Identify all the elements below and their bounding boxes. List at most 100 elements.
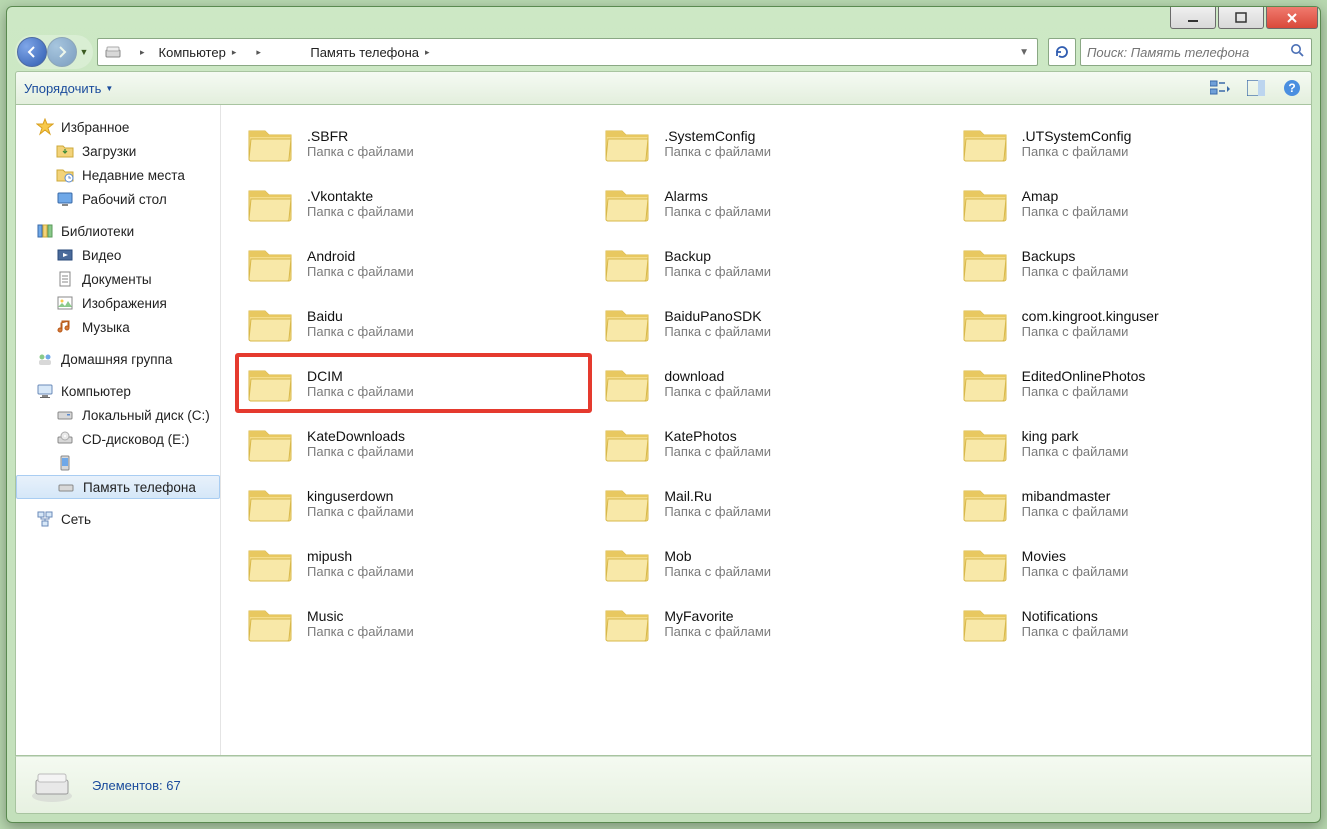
navigation-pane[interactable]: Избранное Загрузки Недавние места Рабочи… bbox=[16, 105, 221, 755]
minimize-button[interactable] bbox=[1170, 7, 1216, 29]
sidebar-item-label: Рабочий стол bbox=[82, 192, 167, 207]
folder-item[interactable]: MobПапка с файлами bbox=[592, 533, 949, 593]
folder-subtitle: Папка с файлами bbox=[307, 324, 414, 339]
folder-subtitle: Папка с файлами bbox=[664, 144, 771, 159]
refresh-button[interactable] bbox=[1048, 38, 1076, 66]
forward-button[interactable] bbox=[47, 37, 77, 67]
homegroup-icon bbox=[36, 350, 54, 368]
folder-item[interactable]: AlarmsПапка с файлами bbox=[592, 173, 949, 233]
folder-subtitle: Папка с файлами bbox=[307, 444, 414, 459]
folder-item[interactable]: KateDownloadsПапка с файлами bbox=[235, 413, 592, 473]
address-dropdown[interactable]: ▼ bbox=[1013, 47, 1035, 58]
help-button[interactable]: ? bbox=[1281, 77, 1303, 99]
folder-icon bbox=[245, 301, 295, 345]
folder-icon bbox=[245, 361, 295, 405]
computer-icon bbox=[36, 382, 54, 400]
folder-item[interactable]: BackupsПапка с файлами bbox=[950, 233, 1307, 293]
folder-subtitle: Папка с файлами bbox=[1022, 204, 1129, 219]
folder-item[interactable]: .VkontakteПапка с файлами bbox=[235, 173, 592, 233]
breadcrumb-item[interactable]: Компьютер▸ bbox=[151, 39, 243, 65]
sidebar-item-documents[interactable]: Документы bbox=[16, 267, 220, 291]
sidebar-item-downloads[interactable]: Загрузки bbox=[16, 139, 220, 163]
folder-item[interactable]: BackupПапка с файлами bbox=[592, 233, 949, 293]
sidebar-item-device[interactable] bbox=[16, 451, 220, 475]
pictures-icon bbox=[56, 294, 74, 312]
folder-subtitle: Папка с файлами bbox=[307, 564, 414, 579]
sidebar-favorites[interactable]: Избранное bbox=[16, 115, 220, 139]
maximize-button[interactable] bbox=[1218, 7, 1264, 29]
folder-item[interactable]: AmapПапка с файлами bbox=[950, 173, 1307, 233]
sidebar-computer[interactable]: Компьютер bbox=[16, 379, 220, 403]
folder-name: Alarms bbox=[664, 188, 771, 204]
folder-item[interactable]: BaiduПапка с файлами bbox=[235, 293, 592, 353]
search-box[interactable] bbox=[1080, 38, 1312, 66]
content-pane: .SBFRПапка с файлами.SystemConfigПапка с… bbox=[221, 105, 1311, 755]
folder-icon bbox=[960, 481, 1010, 525]
folder-subtitle: Папка с файлами bbox=[1022, 264, 1129, 279]
sidebar-item-label: Документы bbox=[82, 272, 152, 287]
folder-name: Android bbox=[307, 248, 414, 264]
folder-list[interactable]: .SBFRПапка с файлами.SystemConfigПапка с… bbox=[221, 105, 1311, 755]
folder-icon bbox=[56, 142, 74, 160]
address-bar[interactable]: ▸ Компьютер▸ ▸ Память телефона▸ ▼ bbox=[97, 38, 1038, 66]
sidebar-item-desktop[interactable]: Рабочий стол bbox=[16, 187, 220, 211]
folder-icon bbox=[245, 541, 295, 585]
sidebar-item-label: Музыка bbox=[82, 320, 130, 335]
folder-item[interactable]: com.kingroot.kinguserПапка с файлами bbox=[950, 293, 1307, 353]
folder-icon bbox=[245, 181, 295, 225]
folder-item[interactable]: kinguserdownПапка с файлами bbox=[235, 473, 592, 533]
breadcrumb-item[interactable]: Память телефона▸ bbox=[302, 39, 435, 65]
folder-item[interactable]: .SBFRПапка с файлами bbox=[235, 113, 592, 173]
sidebar-item-videos[interactable]: Видео bbox=[16, 243, 220, 267]
folder-subtitle: Папка с файлами bbox=[664, 204, 771, 219]
folder-item[interactable]: downloadПапка с файлами bbox=[592, 353, 949, 413]
folder-name: Mail.Ru bbox=[664, 488, 771, 504]
folder-name: Backups bbox=[1022, 248, 1129, 264]
folder-item[interactable]: .UTSystemConfigПапка с файлами bbox=[950, 113, 1307, 173]
sidebar-item-local-disk[interactable]: Локальный диск (C:) bbox=[16, 403, 220, 427]
sidebar-item-recent[interactable]: Недавние места bbox=[16, 163, 220, 187]
view-options-button[interactable] bbox=[1209, 77, 1231, 99]
history-dropdown[interactable]: ▼ bbox=[77, 47, 91, 57]
recent-icon bbox=[56, 166, 74, 184]
folder-subtitle: Папка с файлами bbox=[664, 624, 771, 639]
breadcrumb-item[interactable]: ▸ bbox=[242, 39, 302, 65]
sidebar-item-label: CD-дисковод (E:) bbox=[82, 432, 189, 447]
preview-pane-button[interactable] bbox=[1245, 77, 1267, 99]
folder-item[interactable]: mipushПапка с файлами bbox=[235, 533, 592, 593]
navigation-bar: ▼ ▸ Компьютер▸ ▸ Память телефона▸ ▼ bbox=[15, 33, 1312, 71]
sidebar-item-cd-drive[interactable]: CD-дисковод (E:) bbox=[16, 427, 220, 451]
breadcrumb-root[interactable]: ▸ bbox=[126, 39, 151, 65]
folder-item[interactable]: EditedOnlinePhotosПапка с файлами bbox=[950, 353, 1307, 413]
drive-icon bbox=[30, 766, 74, 804]
folder-icon bbox=[960, 241, 1010, 285]
close-button[interactable] bbox=[1266, 7, 1318, 29]
folder-item[interactable]: king parkПапка с файлами bbox=[950, 413, 1307, 473]
folder-item[interactable]: NotificationsПапка с файлами bbox=[950, 593, 1307, 653]
svg-text:?: ? bbox=[1288, 81, 1295, 95]
sidebar-item-phone-storage[interactable]: Память телефона bbox=[16, 475, 220, 499]
folder-item[interactable]: BaiduPanoSDKПапка с файлами bbox=[592, 293, 949, 353]
sidebar-network[interactable]: Сеть bbox=[16, 507, 220, 531]
folder-name: KateDownloads bbox=[307, 428, 414, 444]
organize-menu[interactable]: Упорядочить ▼ bbox=[24, 81, 113, 96]
folder-subtitle: Папка с файлами bbox=[1022, 144, 1132, 159]
folder-item[interactable]: MusicПапка с файлами bbox=[235, 593, 592, 653]
folder-item[interactable]: MoviesПапка с файлами bbox=[950, 533, 1307, 593]
sidebar-item-music[interactable]: Музыка bbox=[16, 315, 220, 339]
folder-item[interactable]: .SystemConfigПапка с файлами bbox=[592, 113, 949, 173]
folder-item[interactable]: KatePhotosПапка с файлами bbox=[592, 413, 949, 473]
sidebar-libraries[interactable]: Библиотеки bbox=[16, 219, 220, 243]
folder-item[interactable]: DCIMПапка с файлами bbox=[235, 353, 592, 413]
folder-item[interactable]: MyFavoriteПапка с файлами bbox=[592, 593, 949, 653]
documents-icon bbox=[56, 270, 74, 288]
search-input[interactable] bbox=[1087, 45, 1290, 60]
sidebar-homegroup[interactable]: Домашняя группа bbox=[16, 347, 220, 371]
folder-icon bbox=[602, 301, 652, 345]
drive-icon bbox=[57, 478, 75, 496]
sidebar-item-pictures[interactable]: Изображения bbox=[16, 291, 220, 315]
back-button[interactable] bbox=[17, 37, 47, 67]
folder-item[interactable]: Mail.RuПапка с файлами bbox=[592, 473, 949, 533]
folder-item[interactable]: AndroidПапка с файлами bbox=[235, 233, 592, 293]
folder-item[interactable]: mibandmasterПапка с файлами bbox=[950, 473, 1307, 533]
